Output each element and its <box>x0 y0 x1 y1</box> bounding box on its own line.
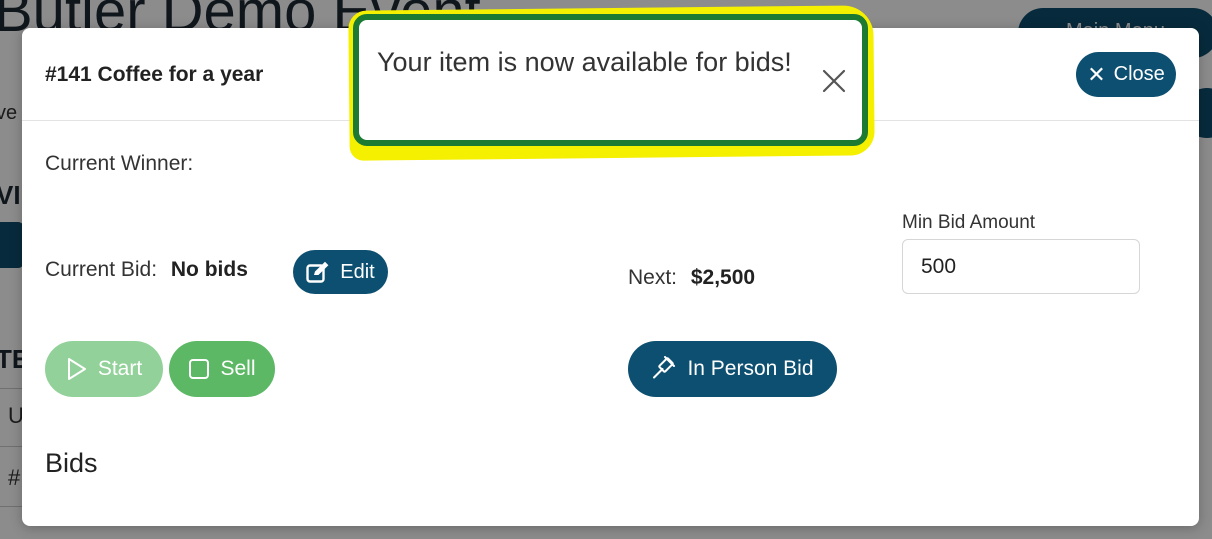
current-bid-label: Current Bid: <box>45 258 158 281</box>
next-bid-value: $2,500 <box>690 266 756 289</box>
sell-button[interactable]: Sell <box>169 341 275 397</box>
edit-button[interactable]: Edit <box>293 250 388 294</box>
min-bid-input[interactable] <box>902 239 1140 294</box>
start-label: Start <box>97 357 143 380</box>
square-icon <box>188 358 210 380</box>
close-icon: ✕ <box>1087 61 1106 87</box>
bids-heading: Bids <box>45 448 98 478</box>
edit-label: Edit <box>340 260 375 283</box>
current-bid-row: Current Bid: No bids <box>45 258 248 282</box>
close-icon <box>821 68 851 94</box>
toast-close-button[interactable] <box>821 66 851 96</box>
next-label: Next: <box>628 266 678 289</box>
sell-label: Sell <box>220 357 256 380</box>
play-icon <box>66 357 88 381</box>
min-bid-label: Min Bid Amount <box>902 212 1036 233</box>
edit-icon <box>306 261 330 283</box>
toast-message: Your item is now available for bids! <box>377 47 792 77</box>
close-label: Close <box>1113 63 1165 85</box>
current-bid-value: No bids <box>170 258 248 281</box>
toast-notification: Your item is now available for bids! <box>353 14 868 146</box>
in-person-bid-button[interactable]: In Person Bid <box>628 341 837 397</box>
close-button[interactable]: ✕ Close <box>1076 52 1176 97</box>
in-person-bid-label: In Person Bid <box>687 357 814 380</box>
gavel-icon <box>651 356 677 382</box>
current-winner-label: Current Winner: <box>45 152 194 175</box>
next-bid-row: Next: $2,500 <box>628 266 755 290</box>
modal-title: #141 Coffee for a year <box>45 63 264 86</box>
start-button[interactable]: Start <box>45 341 163 397</box>
